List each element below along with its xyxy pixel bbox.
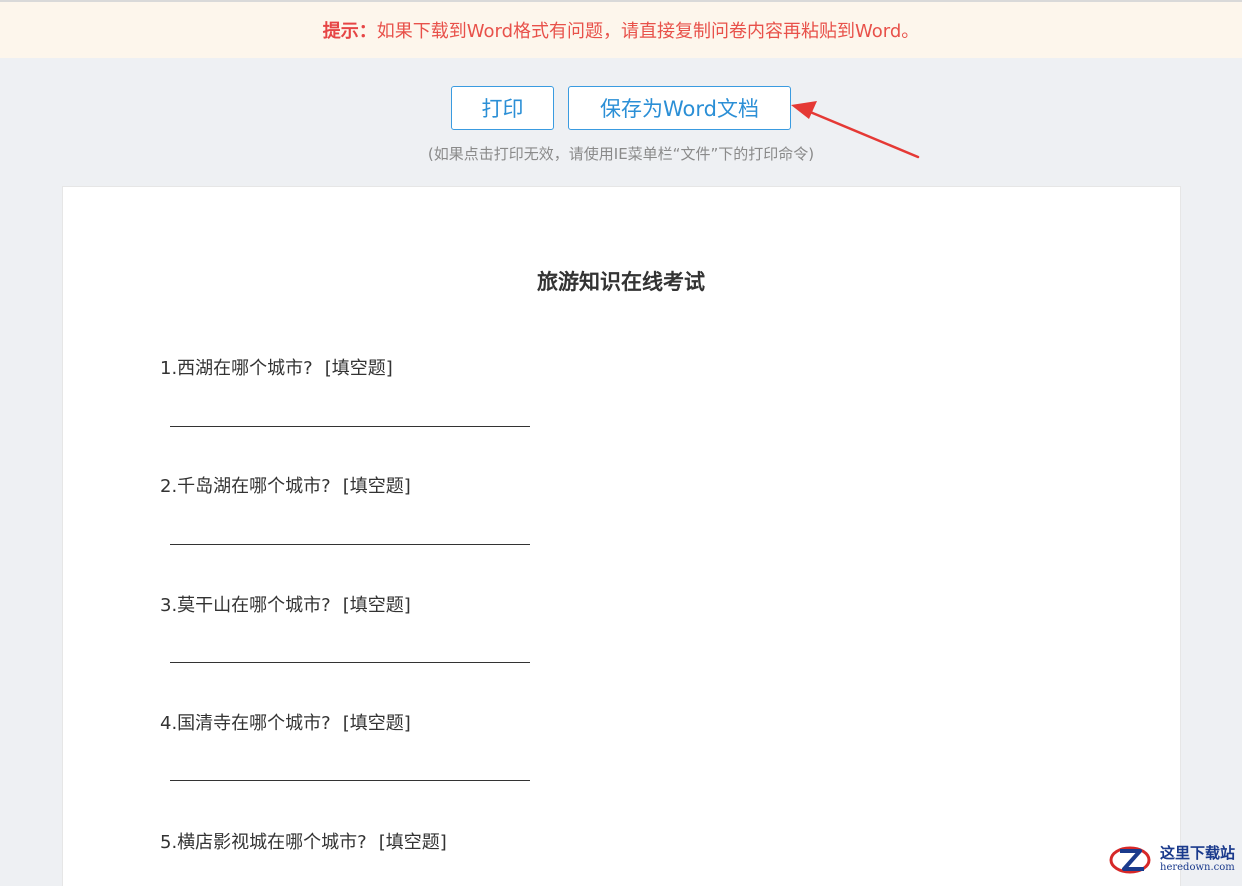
question-item: 3.莫干山在哪个城市? [填空题] — [160, 591, 411, 617]
answer-line[interactable] — [170, 662, 530, 663]
question-type: [填空题] — [342, 595, 411, 616]
question-type: [填空题] — [342, 713, 411, 734]
question-type: [填空题] — [324, 358, 393, 379]
tip-label: 提示： — [322, 21, 377, 42]
print-button[interactable]: 打印 — [451, 86, 554, 130]
heredown-logo-icon — [1109, 846, 1151, 874]
watermark-cn: 这里下载站 — [1160, 843, 1236, 862]
question-text: 1.西湖在哪个城市? — [160, 358, 313, 379]
question-text: 4.国清寺在哪个城市? — [160, 713, 331, 734]
question-text: 2.千岛湖在哪个城市? — [160, 476, 331, 497]
watermark: 这里下载站 heredown.com — [1108, 840, 1242, 878]
answer-line[interactable] — [170, 426, 530, 427]
question-text: 3.莫干山在哪个城市? — [160, 595, 331, 616]
answer-line[interactable] — [170, 544, 530, 545]
exam-title: 旅游知识在线考试 — [537, 270, 705, 294]
question-item: 1.西湖在哪个城市? [填空题] — [160, 354, 393, 380]
question-item: 2.千岛湖在哪个城市? [填空题] — [160, 472, 411, 498]
question-type: [填空题] — [378, 832, 447, 853]
question-type: [填空题] — [342, 476, 411, 497]
watermark-en: heredown.com — [1160, 861, 1235, 873]
question-text: 5.横店影视城在哪个城市? — [160, 832, 367, 853]
save-as-word-button[interactable]: 保存为Word文档 — [568, 86, 791, 130]
print-note: (如果点击打印无效，请使用IE菜单栏“文件”下的打印命令) — [427, 145, 815, 163]
question-item: 5.横店影视城在哪个城市? [填空题] — [160, 828, 447, 854]
answer-line[interactable] — [170, 780, 530, 781]
tip-text: 如果下载到Word格式有问题，请直接复制问卷内容再粘贴到Word。 — [376, 21, 920, 42]
tip-banner: 提示： 如果下载到Word格式有问题，请直接复制问卷内容再粘贴到Word。 — [0, 2, 1242, 58]
question-item: 4.国清寺在哪个城市? [填空题] — [160, 709, 411, 735]
